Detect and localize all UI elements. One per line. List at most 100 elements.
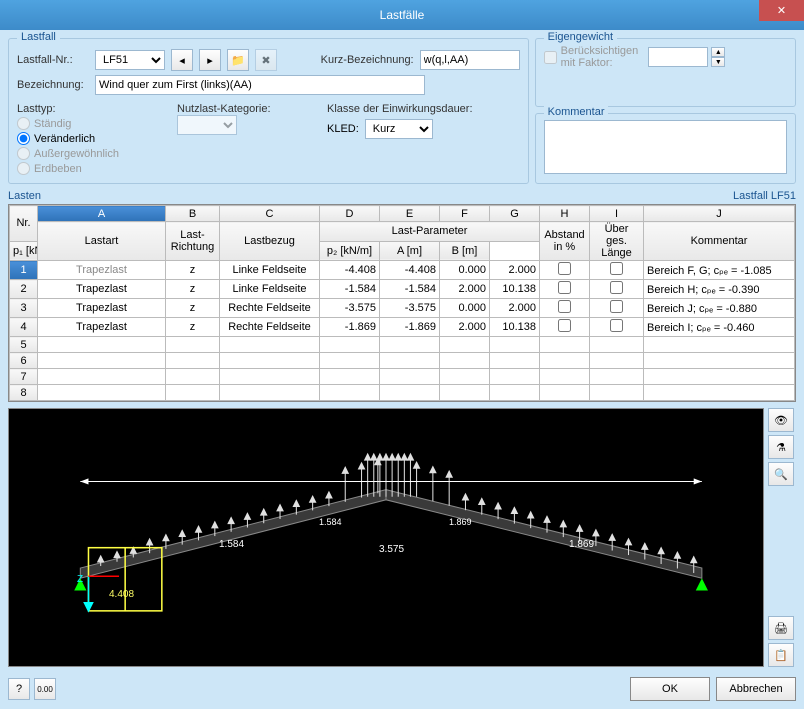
viewport-toolbar: 👁 ⚗ 🔍 🖨 📋 <box>768 408 796 667</box>
hdr-kommentar[interactable]: Kommentar <box>644 222 795 261</box>
bez-input[interactable] <box>95 75 425 95</box>
table-row[interactable]: 7 <box>10 369 795 385</box>
lasten-section: Lasten Lastfall LF51 Nr. A B C D E <box>8 190 796 402</box>
vp-axis-z: Z <box>77 574 83 585</box>
folder-icon: 📁 <box>231 54 245 67</box>
col-letter-d[interactable]: D <box>320 206 380 222</box>
lasten-right-label: Lastfall LF51 <box>733 190 796 202</box>
nutz-select[interactable] <box>177 115 237 135</box>
vp-eye-button[interactable]: 👁 <box>768 408 794 432</box>
col-letter-a[interactable]: A <box>38 206 166 222</box>
col-letter-i[interactable]: I <box>590 206 644 222</box>
units-icon: 0.00 <box>37 685 53 694</box>
hdr-lastart[interactable]: Lastart <box>38 222 166 261</box>
radio-veraenderlich[interactable] <box>17 132 30 145</box>
eigen-check-label: Berücksichtigen mit Faktor: <box>561 45 639 69</box>
new-button[interactable]: 📁 <box>227 49 249 71</box>
table-row[interactable]: 6 <box>10 353 795 369</box>
col-letter-b[interactable]: B <box>166 206 220 222</box>
vp-tool-button[interactable]: ⚗ <box>768 435 794 459</box>
kurz-input[interactable] <box>420 50 520 70</box>
vp-label-4408: 4.408 <box>109 589 134 600</box>
lasten-grid[interactable]: Nr. A B C D E F G H I J Lastart La <box>8 204 796 402</box>
nutz-label: Nutzlast-Kategorie: <box>177 103 307 115</box>
hdr-param-group[interactable]: Last-Parameter <box>320 222 540 242</box>
radio-staendig-label: Ständig <box>34 118 71 130</box>
radio-erdbeben[interactable] <box>17 162 30 175</box>
hdr-ueber[interactable]: Über ges. Länge <box>590 222 644 261</box>
ok-button[interactable]: OK <box>630 677 710 701</box>
vp-export-button[interactable]: 📋 <box>768 643 794 667</box>
table-row[interactable]: 1TrapezlastzLinke Feldseite-4.408-4.4080… <box>10 261 795 280</box>
next-button[interactable]: ▸ <box>199 49 221 71</box>
radio-staendig[interactable] <box>17 117 30 130</box>
table-row[interactable]: 5 <box>10 337 795 353</box>
col-letter-g[interactable]: G <box>490 206 540 222</box>
beam-diagram <box>9 409 763 666</box>
lastfall-group-title: Lastfall <box>17 31 60 43</box>
prev-button[interactable]: ◂ <box>171 49 193 71</box>
faktor-down[interactable]: ▼ <box>711 57 725 67</box>
window-title: Lastfälle <box>380 8 425 22</box>
vp-label-3575: 3.575 <box>379 544 404 555</box>
col-letter-h[interactable]: H <box>540 206 590 222</box>
titlebar: Lastfälle ✕ <box>0 0 804 30</box>
chevron-left-icon: ◂ <box>179 54 185 67</box>
hdr-p2[interactable]: p₂ [kN/m] <box>320 241 380 261</box>
eigen-group-title: Eigengewicht <box>544 31 617 43</box>
close-button[interactable]: ✕ <box>759 0 804 21</box>
close-icon: ✕ <box>777 4 786 17</box>
hdr-richtung[interactable]: Last- Richtung <box>166 222 220 261</box>
vp-label-1584: 1.584 <box>219 539 244 550</box>
hdr-a[interactable]: A [m] <box>380 241 440 261</box>
delete-button[interactable]: ✖ <box>255 49 277 71</box>
eigen-checkbox[interactable] <box>544 51 557 64</box>
kommentar-textarea[interactable] <box>544 120 787 174</box>
help-button[interactable]: ? <box>8 678 30 700</box>
lastfall-nr-label: Lastfall-Nr.: <box>17 54 89 66</box>
viewport[interactable]: 1.584 3.575 1.869 4.408 1.584 1.869 Z <box>8 408 764 667</box>
hdr-p1[interactable]: p₁ [kN/m] <box>10 241 38 261</box>
units-button[interactable]: 0.00 <box>34 678 56 700</box>
lastfall-nr-select[interactable]: LF51 <box>95 50 165 70</box>
vp-label-mid2: 1.869 <box>449 517 472 527</box>
table-row[interactable]: 4TrapezlastzRechte Feldseite-1.869-1.869… <box>10 318 795 337</box>
klasse-label: Klasse der Einwirkungsdauer: <box>327 103 497 115</box>
radio-veraenderlich-label: Veränderlich <box>34 133 95 145</box>
kled-label: KLED: <box>327 123 359 135</box>
table-row[interactable]: 2TrapezlastzLinke Feldseite-1.584-1.5842… <box>10 280 795 299</box>
table-row[interactable]: 8 <box>10 385 795 401</box>
radio-aussergewoehnlich-label: Außergewöhnlich <box>34 148 119 160</box>
col-letter-f[interactable]: F <box>440 206 490 222</box>
kommentar-group-title: Kommentar <box>544 106 609 118</box>
table-row[interactable]: 3TrapezlastzRechte Feldseite-3.575-3.575… <box>10 299 795 318</box>
kurz-label: Kurz-Bezeichnung: <box>321 54 414 66</box>
vp-label-1869: 1.869 <box>569 539 594 550</box>
vp-zoom-button[interactable]: 🔍 <box>768 462 794 486</box>
vp-print-button[interactable]: 🖨 <box>768 616 794 640</box>
faktor-up[interactable]: ▲ <box>711 47 725 57</box>
hdr-lastbezug[interactable]: Lastbezug <box>220 222 320 261</box>
radio-erdbeben-label: Erdbeben <box>34 163 82 175</box>
col-nr[interactable]: Nr. <box>10 206 38 242</box>
export-icon: 📋 <box>774 649 788 662</box>
print-icon: 🖨 <box>774 622 788 635</box>
col-letter-e[interactable]: E <box>380 206 440 222</box>
col-letter-c[interactable]: C <box>220 206 320 222</box>
faktor-input[interactable] <box>648 47 708 67</box>
zoom-icon: 🔍 <box>774 468 788 481</box>
kommentar-group: Kommentar <box>535 113 796 184</box>
lastfall-group: Lastfall Lastfall-Nr.: LF51 ◂ ▸ 📁 ✖ Kurz… <box>8 38 529 184</box>
radio-aussergewoehnlich[interactable] <box>17 147 30 160</box>
eye-icon: 👁 <box>774 414 788 427</box>
lasttyp-label: Lasttyp: <box>17 103 157 115</box>
eigen-group: Eigengewicht Berücksichtigen mit Faktor:… <box>535 38 796 107</box>
vp-label-mid1: 1.584 <box>319 517 342 527</box>
hdr-b[interactable]: B [m] <box>440 241 490 261</box>
help-icon: ? <box>16 683 22 695</box>
hdr-abstand[interactable]: Abstand in % <box>540 222 590 261</box>
kled-select[interactable]: Kurz <box>365 119 433 139</box>
col-letter-j[interactable]: J <box>644 206 795 222</box>
cancel-button[interactable]: Abbrechen <box>716 677 796 701</box>
bez-label: Bezeichnung: <box>17 79 89 91</box>
